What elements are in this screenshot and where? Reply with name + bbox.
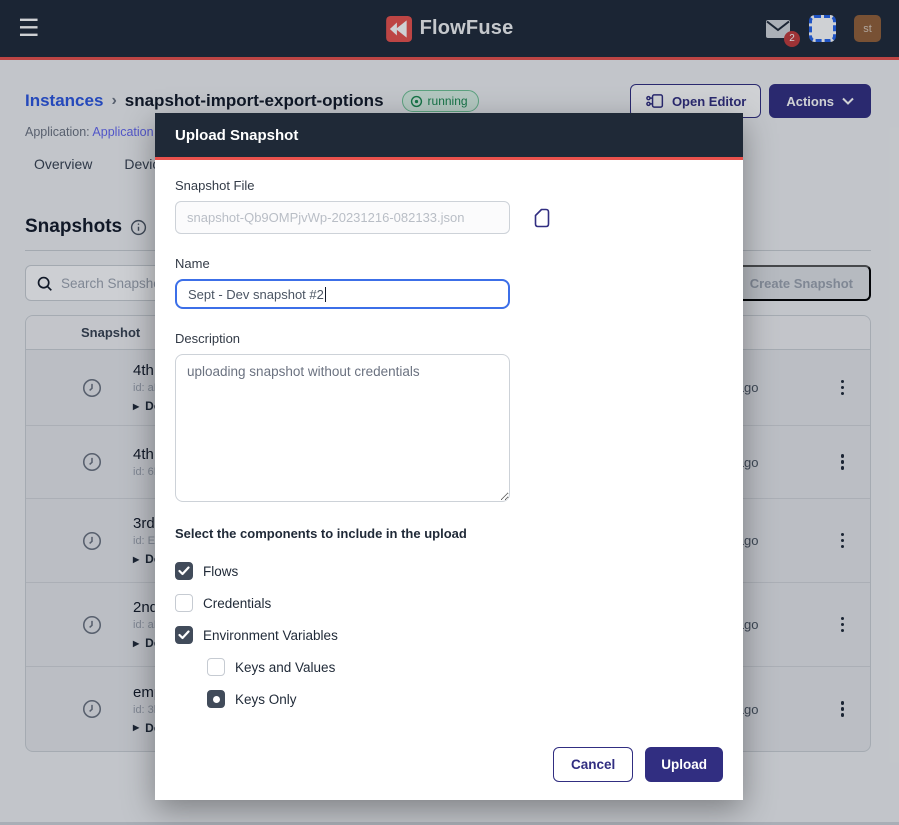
environment-variables-label: Environment Variables	[203, 628, 338, 643]
file-picker-button[interactable]	[532, 207, 552, 229]
keys-and-values-label: Keys and Values	[235, 660, 335, 675]
radio-keys-and-values[interactable]: Keys and Values	[207, 651, 723, 683]
description-textarea[interactable]: uploading snapshot without credentials	[175, 354, 510, 502]
keys-only-label: Keys Only	[235, 692, 297, 707]
components-heading: Select the components to include in the …	[175, 526, 723, 541]
name-input[interactable]: Sept - Dev snapshot #2	[175, 279, 510, 309]
name-label: Name	[175, 256, 723, 271]
flows-checkbox[interactable]	[175, 562, 193, 580]
description-label: Description	[175, 331, 723, 346]
environment-variables-checkbox[interactable]	[175, 626, 193, 644]
checkbox-flows[interactable]: Flows	[175, 555, 723, 587]
radio-keys-only[interactable]: Keys Only	[207, 683, 723, 715]
document-icon	[532, 207, 552, 229]
checkbox-credentials[interactable]: Credentials	[175, 587, 723, 619]
keys-only-radio[interactable]	[207, 690, 225, 708]
keys-and-values-radio[interactable]	[207, 658, 225, 676]
checkbox-environment-variables[interactable]: Environment Variables	[175, 619, 723, 651]
cancel-button[interactable]: Cancel	[553, 747, 633, 782]
text-caret	[325, 287, 326, 302]
name-input-value: Sept - Dev snapshot #2	[188, 287, 324, 302]
upload-snapshot-dialog: Upload Snapshot Snapshot File Name Sept …	[155, 113, 743, 800]
upload-button[interactable]: Upload	[645, 747, 723, 782]
credentials-label: Credentials	[203, 596, 271, 611]
snapshot-file-label: Snapshot File	[175, 178, 723, 193]
snapshot-file-input	[175, 201, 510, 234]
flows-label: Flows	[203, 564, 238, 579]
credentials-checkbox[interactable]	[175, 594, 193, 612]
dialog-header: Upload Snapshot	[155, 113, 743, 160]
dialog-title: Upload Snapshot	[175, 127, 298, 144]
